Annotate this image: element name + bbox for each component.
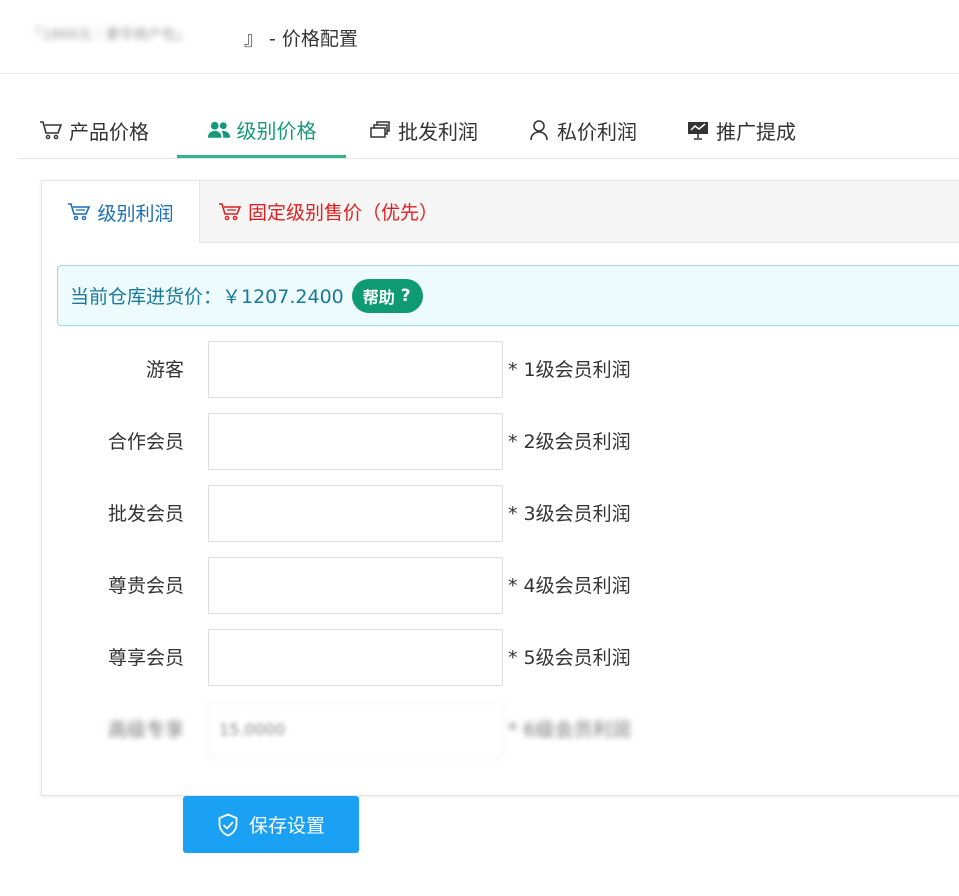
main-tabs: 产品价格 级别价格 批发利润 私价利润 推广提成 — [18, 104, 959, 159]
form-row: 尊享会员 * 5级会员利润 — [42, 629, 942, 687]
purchase-price-text: 当前仓库进货价：￥1207.2400 — [70, 286, 344, 308]
tab-label: 批发利润 — [398, 119, 478, 144]
form-row: 合作会员 * 2级会员利润 — [42, 413, 942, 471]
stack-icon — [368, 118, 392, 142]
tab-product-price[interactable]: 产品价格 — [39, 104, 149, 156]
field-hint: * 5级会员利润 — [508, 647, 631, 669]
form-row: 高级专享 * 6级会员利润 — [42, 701, 942, 759]
tab-level-price[interactable]: 级别价格 — [177, 104, 346, 158]
field-label: 尊贵会员 — [107, 575, 184, 597]
question-icon: ? — [400, 285, 411, 306]
level-5-profit-input[interactable] — [208, 629, 503, 686]
tab-private-profit[interactable]: 私价利润 — [527, 104, 637, 156]
level-3-profit-input[interactable] — [208, 485, 503, 542]
save-button-label: 保存设置 — [248, 815, 325, 837]
users-icon — [207, 118, 231, 142]
form-row: 游客 * 1级会员利润 — [42, 341, 942, 399]
cart-icon — [67, 200, 91, 224]
level-6-profit-input[interactable] — [208, 701, 503, 758]
level-2-profit-input[interactable] — [208, 413, 503, 470]
field-label: 尊享会员 — [107, 647, 184, 669]
purchase-price-alert: 当前仓库进货价：￥1207.2400 帮助 ? — [57, 265, 959, 326]
shopping-cart-icon — [39, 118, 63, 142]
price-config-card: 级别利润 固定级别售价（优先） 当前仓库进货价：￥1207.2400 帮助 ? … — [41, 180, 959, 796]
user-icon — [527, 118, 551, 142]
subtab-label: 固定级别售价（优先） — [248, 202, 439, 224]
tab-label: 产品价格 — [69, 119, 149, 144]
level-4-profit-input[interactable] — [208, 557, 503, 614]
field-hint: * 2级会员利润 — [508, 431, 631, 453]
subtab-fixed-level-price[interactable]: 固定级别售价（优先） — [218, 181, 438, 242]
page-header: 「1866元｜豪华商户包」 』 - 价格配置 — [0, 0, 959, 74]
field-hint: * 4级会员利润 — [508, 575, 631, 597]
tab-label: 级别价格 — [236, 119, 317, 143]
help-button[interactable]: 帮助 ? — [351, 278, 423, 313]
page-title: 』 - 价格配置 — [244, 28, 358, 50]
tab-wholesale-profit[interactable]: 批发利润 — [368, 104, 478, 156]
tab-promotion-commission[interactable]: 推广提成 — [686, 104, 796, 156]
help-label: 帮助 — [362, 287, 395, 307]
field-hint: * 1级会员利润 — [508, 359, 631, 381]
cart-icon — [218, 200, 242, 224]
tab-label: 推广提成 — [716, 119, 796, 144]
field-label: 批发会员 — [107, 503, 184, 525]
form-row: 尊贵会员 * 4级会员利润 — [42, 557, 942, 615]
shield-check-icon — [217, 813, 239, 837]
subtab-label: 级别利润 — [97, 202, 174, 225]
subtab-level-profit[interactable]: 级别利润 — [42, 181, 200, 243]
field-label: 游客 — [145, 359, 184, 381]
field-hint: * 3级会员利润 — [508, 503, 631, 525]
presentation-icon — [686, 118, 710, 142]
field-label: 高级专享 — [107, 719, 184, 741]
blurred-product-name: 「1866元｜豪华商户包」 — [28, 27, 190, 43]
field-hint: * 6级会员利润 — [508, 719, 631, 741]
field-label: 合作会员 — [107, 431, 184, 453]
tab-label: 私价利润 — [557, 119, 637, 144]
level-1-profit-input[interactable] — [208, 341, 503, 398]
form-row: 批发会员 * 3级会员利润 — [42, 485, 942, 543]
sub-tabs: 级别利润 固定级别售价（优先） — [42, 181, 959, 243]
save-settings-button[interactable]: 保存设置 — [183, 796, 359, 853]
